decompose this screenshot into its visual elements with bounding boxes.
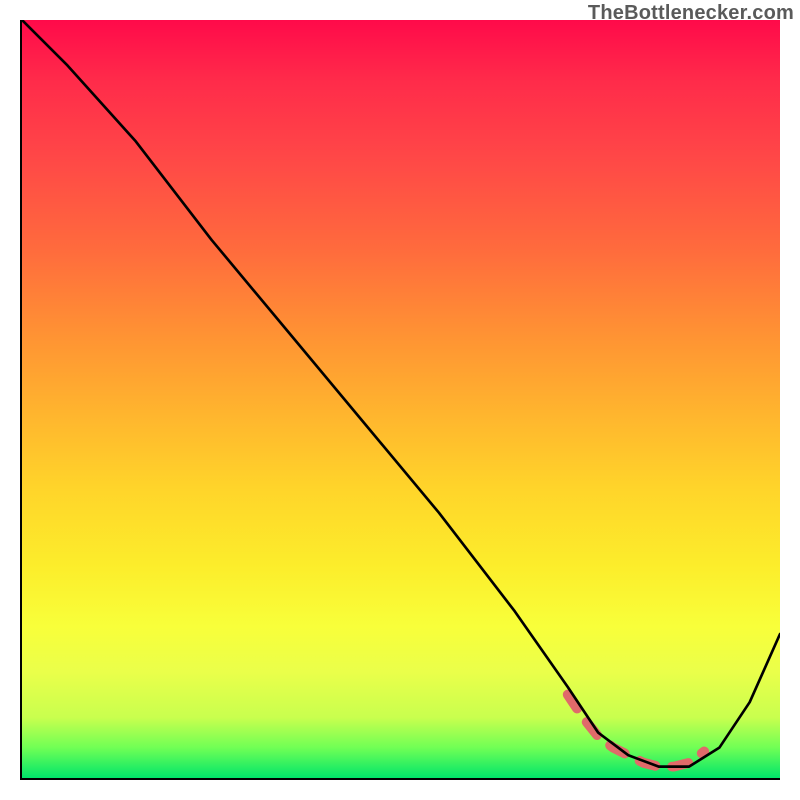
plot-area: [20, 20, 780, 780]
heat-gradient-background: [22, 20, 780, 778]
chart-root: TheBottlenecker.com: [0, 0, 800, 800]
watermark-text: TheBottlenecker.com: [588, 2, 794, 25]
